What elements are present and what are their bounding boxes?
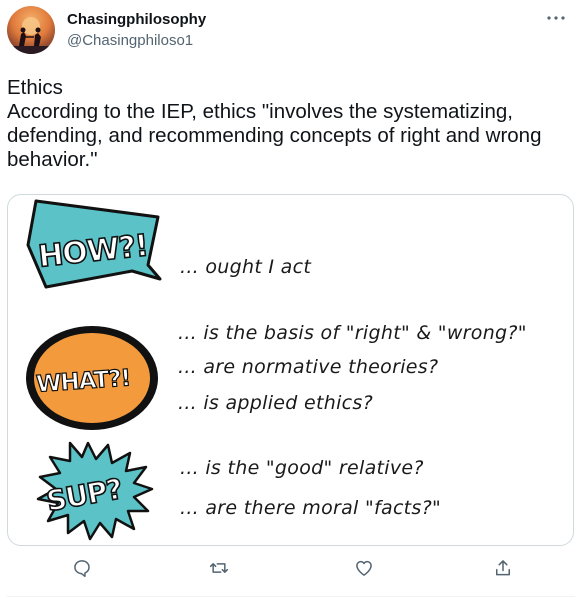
reply-button[interactable]	[67, 553, 97, 583]
sup-badge: SUP?	[36, 441, 154, 541]
user-handle[interactable]: @Chasingphiloso1	[67, 32, 193, 49]
how-badge: HOW?!	[26, 199, 162, 289]
tweet-media-image[interactable]: HOW?! WHAT?! SUP? ... ought I act ... is…	[7, 194, 574, 546]
question-line: ... are there moral "facts?"	[180, 497, 442, 519]
question-line: ... are normative theories?	[178, 356, 439, 378]
more-horizontal-icon[interactable]	[544, 9, 568, 27]
retweet-button[interactable]	[204, 553, 234, 583]
tweet-text-line: According to the IEP, ethics "involves t…	[7, 100, 548, 171]
like-icon	[356, 560, 372, 576]
share-icon	[496, 560, 510, 576]
reply-icon	[74, 560, 90, 578]
share-button[interactable]	[488, 553, 518, 583]
retweet-icon	[209, 563, 229, 573]
like-button[interactable]	[349, 553, 379, 583]
avatar[interactable]	[7, 6, 55, 54]
question-line: ... ought I act	[180, 256, 312, 278]
tweet-text-line: Ethics	[7, 76, 63, 99]
tweet: Chasingphilosophy @Chasingphiloso1 Ethic…	[0, 0, 582, 603]
tweet-actions	[0, 553, 582, 583]
question-line: ... is the "good" relative?	[180, 457, 424, 479]
what-badge: WHAT?!	[26, 326, 158, 430]
avatar-image	[7, 17, 55, 54]
divider	[7, 596, 575, 597]
display-name[interactable]: Chasingphilosophy	[67, 11, 206, 28]
question-line: ... is applied ethics?	[178, 392, 373, 414]
question-line: ... is the basis of "right" & "wrong?"	[178, 322, 527, 344]
tweet-text: Ethics According to the IEP, ethics "inv…	[7, 76, 575, 172]
